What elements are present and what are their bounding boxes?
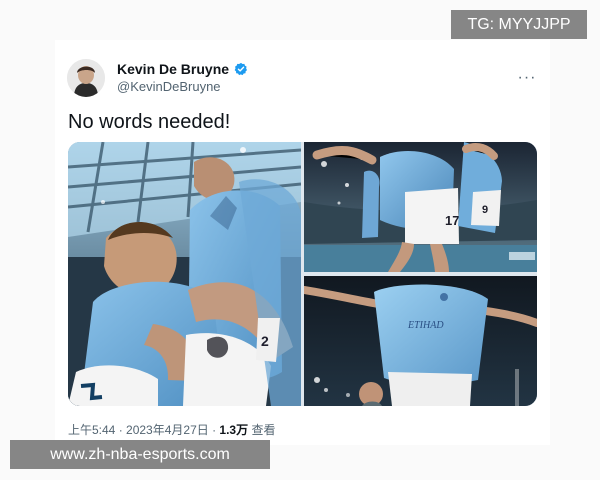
more-icon: ··· bbox=[517, 69, 537, 86]
avatar-image bbox=[67, 59, 105, 97]
svg-text:17: 17 bbox=[445, 213, 459, 228]
svg-text:ETIHAD: ETIHAD bbox=[407, 320, 444, 331]
celebration-main-image: 2 bbox=[68, 142, 301, 406]
celebration-top-right-image: 17 9 bbox=[304, 142, 537, 272]
views-count[interactable]: 1.3万 bbox=[219, 423, 248, 437]
celebration-bottom-right-photo[interactable]: ETIHAD bbox=[304, 276, 537, 406]
celebration-main-photo[interactable]: 2 bbox=[68, 142, 301, 406]
views-label[interactable]: 查看 bbox=[248, 423, 275, 437]
celebration-top-right-photo[interactable]: 17 9 bbox=[304, 142, 537, 272]
tweet-time[interactable]: 上午5:44 bbox=[68, 423, 115, 437]
tweet-date[interactable]: 2023年4月27日 bbox=[126, 423, 209, 437]
more-options-button[interactable]: ··· bbox=[514, 68, 540, 88]
author-name-row: Kevin De Bruyne bbox=[117, 60, 248, 78]
screenshot-page: Kevin De Bruyne @KevinDeBruyne ··· No wo… bbox=[0, 0, 600, 480]
tg-watermark: TG: MYYJJPP bbox=[451, 10, 587, 39]
site-watermark: www.zh-nba-esports.com bbox=[10, 440, 270, 469]
meta-separator: · bbox=[208, 423, 220, 437]
author-avatar[interactable] bbox=[67, 59, 105, 97]
author-names: Kevin De Bruyne @KevinDeBruyne bbox=[117, 60, 248, 96]
tweet-header: Kevin De Bruyne @KevinDeBruyne ··· bbox=[67, 56, 540, 100]
author-display-name[interactable]: Kevin De Bruyne bbox=[117, 60, 229, 78]
svg-text:2: 2 bbox=[261, 333, 269, 349]
svg-text:9: 9 bbox=[482, 204, 488, 216]
tweet-media-grid: 2 17 9 ETIHAD bbox=[68, 142, 537, 406]
celebration-bottom-right-image: ETIHAD bbox=[304, 276, 537, 406]
author-handle[interactable]: @KevinDeBruyne bbox=[117, 78, 248, 96]
tweet-card: Kevin De Bruyne @KevinDeBruyne ··· No wo… bbox=[55, 40, 550, 445]
meta-separator: · bbox=[115, 423, 127, 437]
verified-badge-icon bbox=[234, 62, 248, 76]
tweet-text: No words needed! bbox=[68, 111, 231, 133]
tweet-meta: 上午5:44 · 2023年4月27日 · 1.3万 查看 bbox=[68, 422, 275, 438]
